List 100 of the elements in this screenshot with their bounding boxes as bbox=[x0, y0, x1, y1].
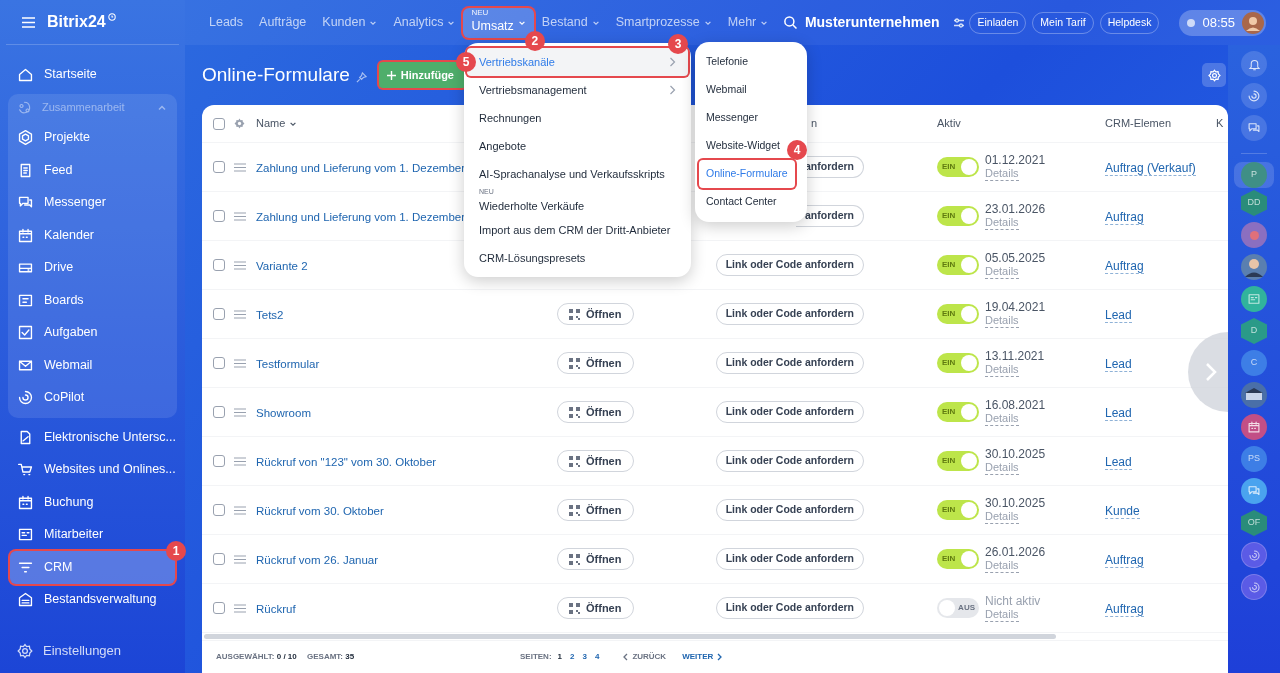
drag-handle-icon[interactable] bbox=[234, 309, 246, 319]
settings-item[interactable]: Einstellungen bbox=[0, 629, 185, 673]
menu-item[interactable]: CRM-Lösungspresets bbox=[467, 244, 688, 272]
scrollbar[interactable] bbox=[204, 634, 1056, 639]
page-link[interactable]: 4 bbox=[594, 651, 600, 663]
crm-element-link[interactable]: Auftrag (Verkauf) bbox=[1105, 161, 1196, 176]
toggle-switch[interactable]: AUS bbox=[937, 598, 979, 618]
sidebar-item[interactable]: Elektronische Untersc... bbox=[10, 421, 175, 454]
next-link[interactable]: WEITER bbox=[682, 651, 723, 663]
page-link[interactable]: 2 bbox=[570, 651, 575, 663]
sidebar-item[interactable]: Messenger bbox=[10, 186, 175, 219]
form-name-link[interactable]: Rückruf von "123" vom 30. Oktober bbox=[256, 456, 437, 468]
page-link[interactable]: 3 bbox=[582, 651, 587, 663]
sidebar-item[interactable]: Drive bbox=[10, 251, 175, 284]
page-link[interactable]: 1 bbox=[557, 651, 562, 663]
column-header[interactable]: Aktiv bbox=[937, 117, 961, 130]
avatar[interactable] bbox=[1242, 11, 1264, 34]
drag-handle-icon[interactable] bbox=[234, 505, 246, 515]
row-checkbox[interactable] bbox=[213, 210, 225, 222]
row-checkbox[interactable] bbox=[213, 357, 225, 369]
select-all-checkbox[interactable] bbox=[213, 117, 225, 130]
menu-item[interactable]: AI-Sprachanalyse und Verkaufsskripts bbox=[467, 160, 688, 188]
crm-element-link[interactable]: Lead bbox=[1105, 406, 1132, 421]
building-avatar[interactable] bbox=[1241, 382, 1267, 408]
copilot-avatar[interactable] bbox=[1241, 542, 1267, 568]
sidebar-item[interactable]: Buchung bbox=[10, 486, 175, 519]
previous-link[interactable]: ZURÜCK bbox=[623, 651, 667, 663]
nav-tab[interactable]: Kunden bbox=[314, 7, 386, 38]
row-checkbox[interactable] bbox=[213, 553, 225, 565]
menu-item[interactable]: Telefonie bbox=[699, 48, 756, 76]
form-name-link[interactable]: Rückruf vom 26. Januar bbox=[256, 554, 379, 566]
menu-item[interactable]: Vertriebsmanagement bbox=[467, 76, 688, 104]
column-header[interactable]: K bbox=[1216, 117, 1224, 130]
row-checkbox[interactable] bbox=[213, 161, 225, 173]
sidebar-item[interactable]: Feed bbox=[10, 154, 175, 187]
menu-item[interactable]: Import aus dem CRM der Dritt-Anbieter bbox=[467, 216, 688, 244]
calendar-avatar[interactable] bbox=[1241, 414, 1267, 440]
toggle-switch[interactable]: EIN bbox=[937, 353, 979, 373]
menu-item[interactable]: Contact Center bbox=[699, 188, 784, 216]
menu-item[interactable]: Angebote bbox=[467, 132, 688, 160]
form-name-link[interactable]: Zahlung und Lieferung vom 1. Dezember bbox=[256, 162, 466, 174]
sidebar-item[interactable]: Startseite bbox=[10, 58, 175, 91]
row-checkbox[interactable] bbox=[213, 455, 225, 467]
drag-handle-icon[interactable] bbox=[234, 358, 246, 368]
crm-element-link[interactable]: Lead bbox=[1105, 455, 1132, 470]
sidebar-item[interactable]: Webmail bbox=[10, 349, 175, 382]
row-checkbox[interactable] bbox=[213, 406, 225, 418]
column-header[interactable]: CRM-Elemen bbox=[1105, 117, 1171, 130]
notification-button[interactable] bbox=[1241, 51, 1267, 77]
crm-element-link[interactable]: Auftrag bbox=[1105, 602, 1144, 617]
nav-tab[interactable]: Aufträge bbox=[251, 7, 315, 38]
form-name-link[interactable]: Showroom bbox=[256, 407, 311, 419]
menu-item[interactable]: Rechnungen bbox=[467, 104, 688, 132]
nav-tab[interactable]: Analytics bbox=[385, 7, 464, 38]
menu-item[interactable]: Webmail bbox=[699, 76, 754, 104]
form-name-link[interactable]: Variante 2 bbox=[256, 260, 308, 272]
crm-element-link[interactable]: Auftrag bbox=[1105, 553, 1144, 568]
logo[interactable]: Bitrix24 bbox=[47, 10, 106, 34]
drag-handle-icon[interactable] bbox=[234, 554, 246, 564]
sidebar-item[interactable]: Bestandsverwaltung bbox=[10, 583, 175, 616]
crm-element-link[interactable]: Lead bbox=[1105, 308, 1132, 323]
menu-item[interactable]: Website-Widget bbox=[699, 132, 787, 160]
row-checkbox[interactable] bbox=[213, 504, 225, 516]
search-icon[interactable] bbox=[782, 15, 798, 30]
toggle-switch[interactable]: EIN bbox=[937, 549, 979, 569]
menu-item[interactable]: Messenger bbox=[699, 104, 765, 132]
nav-tab[interactable]: Mehr bbox=[719, 7, 777, 38]
form-name-link[interactable]: Testformular bbox=[256, 358, 320, 370]
sidebar-item[interactable]: Websites und Onlines... bbox=[10, 453, 175, 486]
alert-avatar[interactable] bbox=[1241, 222, 1267, 248]
nav-tab[interactable]: Leads bbox=[201, 7, 252, 38]
sliders-icon[interactable] bbox=[953, 16, 966, 29]
contact-avatar[interactable] bbox=[1241, 286, 1267, 312]
column-header[interactable]: Name bbox=[256, 115, 298, 132]
toggle-switch[interactable]: EIN bbox=[937, 451, 979, 471]
form-name-link[interactable]: Zahlung und Lieferung vom 1. Dezember bbox=[256, 211, 466, 223]
sidebar-item[interactable]: Kalender bbox=[10, 219, 175, 252]
drag-handle-icon[interactable] bbox=[234, 162, 246, 172]
drag-handle-icon[interactable] bbox=[234, 456, 246, 466]
sidebar-item[interactable]: Aufgaben bbox=[10, 316, 175, 349]
menu-icon[interactable] bbox=[22, 16, 35, 28]
drag-handle-icon[interactable] bbox=[234, 211, 246, 221]
settings-button[interactable] bbox=[1202, 63, 1226, 87]
sidebar-item[interactable]: CoPilot bbox=[10, 381, 175, 414]
toggle-switch[interactable]: EIN bbox=[937, 157, 979, 177]
toggle-switch[interactable]: EIN bbox=[937, 500, 979, 520]
toggle-switch[interactable]: EIN bbox=[937, 206, 979, 226]
column-header[interactable]: n bbox=[811, 117, 818, 130]
company-name[interactable]: Musterunternehmen bbox=[804, 12, 940, 33]
row-checkbox[interactable] bbox=[213, 259, 225, 271]
form-name-link[interactable]: Tets2 bbox=[256, 309, 284, 321]
time-pill[interactable]: 08:55 bbox=[1179, 9, 1266, 36]
sidebar-item[interactable]: Boards bbox=[10, 284, 175, 317]
toggle-switch[interactable]: EIN bbox=[937, 402, 979, 422]
menu-item[interactable]: Online-Formulare bbox=[699, 160, 795, 188]
form-name-link[interactable]: Rückruf vom 30. Oktober bbox=[256, 505, 384, 517]
crm-element-link[interactable]: Lead bbox=[1105, 357, 1132, 372]
drag-handle-icon[interactable] bbox=[234, 260, 246, 270]
copilot-avatar[interactable] bbox=[1241, 574, 1267, 600]
row-checkbox[interactable] bbox=[213, 602, 225, 614]
